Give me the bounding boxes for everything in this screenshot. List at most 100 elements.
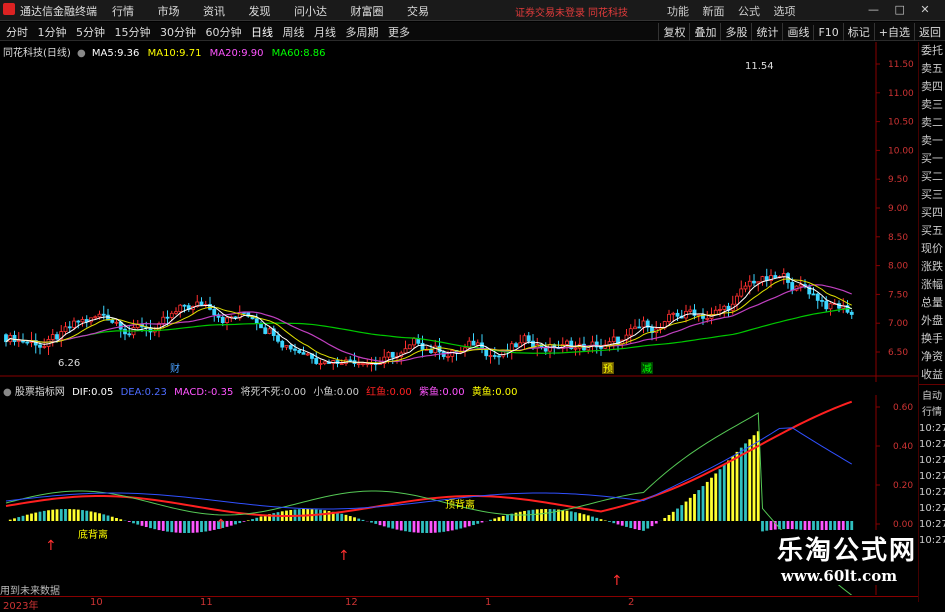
candle-body <box>226 318 229 323</box>
side-item[interactable]: 买四 <box>919 204 945 222</box>
date-label: 2023年 <box>3 597 38 612</box>
side-item[interactable]: 10:27 <box>919 469 945 485</box>
side-item[interactable]: 买二 <box>919 168 945 186</box>
login-notice[interactable]: 证券交易未登录 <box>515 4 585 19</box>
side-item[interactable]: 卖一 <box>919 132 945 150</box>
period-tab-active[interactable]: 日线 <box>248 24 276 40</box>
side-item[interactable]: 10:27 <box>919 453 945 469</box>
period-tab[interactable]: 30分钟 <box>157 24 199 40</box>
macd-bar <box>162 521 165 531</box>
side-item[interactable]: 净资 <box>919 348 945 366</box>
menu-item[interactable]: 发现 <box>249 5 271 18</box>
side-item[interactable]: 换手 <box>919 330 945 348</box>
macd-bar <box>243 521 246 522</box>
menu-item[interactable]: 资讯 <box>203 5 225 18</box>
watermark: 乐淘公式网 www.60lt.com <box>777 530 917 585</box>
side-item[interactable]: 外盘 <box>919 312 945 330</box>
macd-bar <box>612 521 615 523</box>
macd-bar <box>413 521 416 532</box>
menu-item[interactable]: 选项 <box>774 5 796 18</box>
macd-bar <box>196 521 199 533</box>
tool-button[interactable]: +自选 <box>874 23 914 41</box>
kline-chart[interactable]: 11.5011.0010.5010.009.509.008.508.007.50… <box>0 42 919 382</box>
period-tab[interactable]: 15分钟 <box>112 24 154 40</box>
macd-bar <box>107 516 110 521</box>
side-item[interactable]: 买五 <box>919 222 945 240</box>
macd-bar <box>60 509 63 521</box>
tool-button[interactable]: F10 <box>813 25 842 40</box>
y-tick-label: 11.00 <box>888 89 914 99</box>
side-item[interactable]: 卖二 <box>919 114 945 132</box>
period-tab[interactable]: 60分钟 <box>203 24 245 40</box>
period-tab[interactable]: 分时 <box>3 24 31 40</box>
tool-button[interactable]: 返回 <box>914 23 945 41</box>
candle-body <box>81 319 84 321</box>
macd-bar <box>387 521 390 528</box>
candle-body <box>408 345 411 349</box>
menu-item[interactable]: 行情 <box>112 5 134 18</box>
side-item[interactable]: 10:27 <box>919 533 945 549</box>
y-tick-label: 8.00 <box>888 262 908 272</box>
main-menu: 行情 市场 资讯 发现 问小达 财富圈 交易 <box>112 3 449 19</box>
side-item[interactable]: 10:27 <box>919 485 945 501</box>
side-item[interactable]: 卖四 <box>919 78 945 96</box>
candle-body <box>391 352 394 357</box>
tool-button[interactable]: 统计 <box>751 23 782 41</box>
tool-button[interactable]: 标记 <box>843 23 874 41</box>
side-item[interactable]: 行情 <box>919 405 945 421</box>
side-item[interactable]: 10:27 <box>919 421 945 437</box>
side-item[interactable]: 现价 <box>919 240 945 258</box>
side-item[interactable]: 自动 <box>919 389 945 405</box>
side-item[interactable]: 卖三 <box>919 96 945 114</box>
maximize-icon[interactable]: □ <box>895 3 905 16</box>
side-item[interactable]: 10:27 <box>919 517 945 533</box>
quote-side-panel: 委托卖五卖四卖三卖二卖一买一买二买三买四买五现价涨跌涨幅总量外盘换手净资收益自动… <box>918 42 945 602</box>
macd-bar <box>230 521 233 526</box>
side-item[interactable]: 买一 <box>919 150 945 168</box>
side-item[interactable]: 10:27 <box>919 437 945 453</box>
side-item[interactable]: 涨跌 <box>919 258 945 276</box>
side-item[interactable]: 10:27 <box>919 501 945 517</box>
period-tab[interactable]: 5分钟 <box>73 24 108 40</box>
event-marker-yu[interactable]: 预 <box>603 363 613 375</box>
side-item[interactable]: 委托 <box>919 42 945 60</box>
side-item[interactable]: 总量 <box>919 294 945 312</box>
tool-button[interactable]: 叠加 <box>689 23 720 41</box>
y-tick-label: 10.50 <box>888 118 914 128</box>
period-tab[interactable]: 周线 <box>280 24 308 40</box>
side-item[interactable]: 买三 <box>919 186 945 204</box>
menu-item[interactable]: 市场 <box>158 5 180 18</box>
y-tick-label: 9.50 <box>888 175 908 185</box>
event-marker-cai[interactable]: 财 <box>170 362 180 375</box>
macd-bar <box>506 515 509 521</box>
period-tab[interactable]: 多周期 <box>343 24 382 40</box>
macd-bar <box>323 510 326 521</box>
period-tab[interactable]: 1分钟 <box>35 24 70 40</box>
tool-button[interactable]: 复权 <box>658 23 689 41</box>
menu-item[interactable]: 财富圈 <box>351 5 384 18</box>
side-item[interactable]: 收益 <box>919 366 945 384</box>
menu-item[interactable]: 问小达 <box>294 5 327 18</box>
period-tab[interactable]: 更多 <box>385 24 413 40</box>
period-tab[interactable]: 月线 <box>311 24 339 40</box>
candle-body <box>498 356 501 357</box>
candle-body <box>306 354 309 355</box>
menu-item[interactable]: 新面 <box>703 5 725 18</box>
candle-body <box>357 364 360 365</box>
candle-body <box>200 302 203 305</box>
side-item[interactable]: 卖五 <box>919 60 945 78</box>
event-marker-jian[interactable]: 减 <box>642 363 652 375</box>
macd-bar <box>481 521 484 522</box>
macd-bar <box>651 521 654 526</box>
minimize-icon[interactable]: — <box>868 3 879 16</box>
macd-bar <box>132 521 135 523</box>
tool-button[interactable]: 画线 <box>782 23 813 41</box>
tool-button[interactable]: 多股 <box>720 23 751 41</box>
side-item[interactable]: 涨幅 <box>919 276 945 294</box>
macd-bar <box>149 521 152 528</box>
menu-item[interactable]: 交易 <box>407 5 429 18</box>
menu-item[interactable]: 公式 <box>738 5 760 18</box>
macd-bar <box>476 521 479 524</box>
close-icon[interactable]: ✕ <box>920 3 929 16</box>
menu-item[interactable]: 功能 <box>667 5 689 18</box>
